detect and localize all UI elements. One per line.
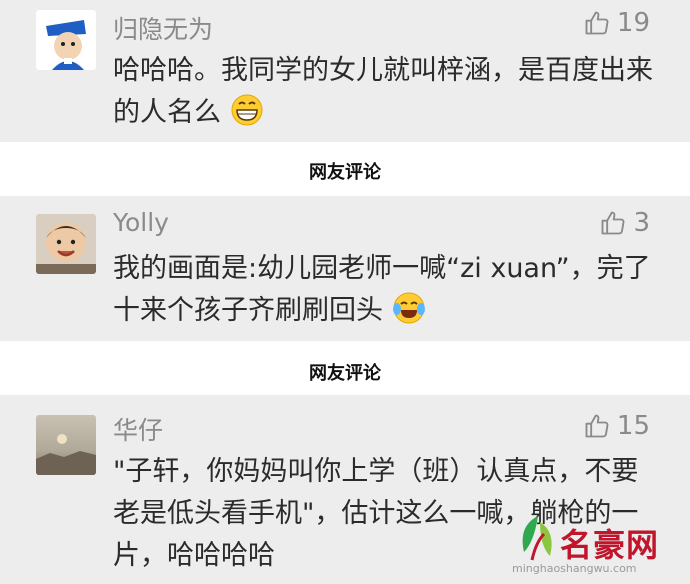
thumbs-up-icon xyxy=(602,211,625,235)
like-button[interactable]: 19 xyxy=(583,8,650,38)
thumbs-up-icon xyxy=(585,414,609,438)
avatar[interactable] xyxy=(36,10,96,70)
watermark-url: minghaoshangwu.com xyxy=(512,562,637,575)
avatar[interactable] xyxy=(36,214,96,274)
watermark-logo: 名豪网 minghaoshangwu.com xyxy=(510,512,690,584)
comment-text: 我的画面是:幼儿园老师一喊“zi xuan”，完了十来个孩子齐刷刷回头 xyxy=(113,253,651,326)
grinning-emoji-icon xyxy=(231,94,263,126)
watermark-title: 名豪网 xyxy=(560,526,660,564)
like-count: 19 xyxy=(616,8,650,38)
username[interactable]: 华仔 xyxy=(113,411,163,447)
username[interactable]: 归隐无为 xyxy=(113,10,213,46)
like-button[interactable]: 3 xyxy=(599,208,650,238)
section-label: 网友评论 xyxy=(309,363,381,384)
comment-text: 哈哈哈。我同学的女儿就叫梓涵，是百度出来的人名么 xyxy=(113,55,653,128)
like-count: 15 xyxy=(616,411,650,441)
section-label: 网友评论 xyxy=(309,162,381,183)
leaf-logo-icon xyxy=(522,516,552,561)
thumbs-up-icon xyxy=(585,11,609,35)
comment-card: Yolly 3 我的画面是:幼儿园老师一喊“zi xuan”，完了十来个孩子齐刷… xyxy=(0,196,690,341)
like-button[interactable]: 15 xyxy=(583,411,650,441)
tears-of-joy-emoji-icon xyxy=(392,292,425,324)
like-count: 3 xyxy=(633,208,650,238)
comment-card: 归隐无为 19 哈哈哈。我同学的女儿就叫梓涵，是百度出来的人名么 xyxy=(0,0,690,142)
avatar[interactable] xyxy=(36,415,96,475)
username[interactable]: Yolly xyxy=(113,208,169,237)
